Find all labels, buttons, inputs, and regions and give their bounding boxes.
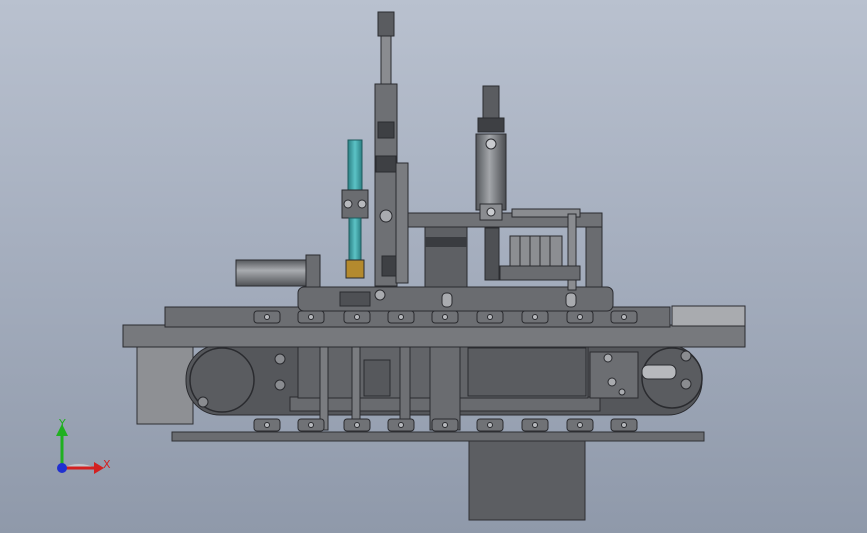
chain-pin: [621, 422, 627, 428]
z-axis-dot: [57, 463, 67, 473]
right-vertical-cylinder: [475, 85, 507, 281]
chain-pin: [442, 422, 448, 428]
teal-cylinder: [341, 139, 369, 279]
tall-guide-column: [374, 11, 409, 287]
carriage-platform: [297, 286, 614, 312]
chain-pin: [487, 314, 493, 320]
chain-pin: [621, 314, 627, 320]
chain-pin: [308, 422, 314, 428]
chain-pin: [264, 422, 270, 428]
chain-pin: [264, 314, 270, 320]
coordinate-triad: Y X: [56, 417, 111, 474]
chain-pin: [398, 314, 404, 320]
chain-pin: [487, 422, 493, 428]
chain-pin: [354, 314, 360, 320]
chain-pin: [398, 422, 404, 428]
x-axis-label: X: [103, 458, 111, 471]
upper-chain: [253, 310, 638, 324]
chain-pin: [354, 422, 360, 428]
chain-pin: [577, 422, 583, 428]
lower-mount-plate: [468, 437, 586, 521]
machine-assembly-drawing[interactable]: Y X: [0, 0, 867, 533]
left-end-block: [136, 345, 194, 425]
cad-viewport[interactable]: Y X: [0, 0, 867, 533]
base-rail: [171, 431, 705, 442]
chain-pin: [577, 314, 583, 320]
chain-pin: [532, 422, 538, 428]
horizontal-cylinder: [235, 254, 321, 292]
chain-pin: [308, 314, 314, 320]
chain-pin: [532, 314, 538, 320]
chain-pin: [442, 314, 448, 320]
y-axis-label: Y: [58, 417, 66, 430]
lower-chain: [253, 418, 638, 432]
